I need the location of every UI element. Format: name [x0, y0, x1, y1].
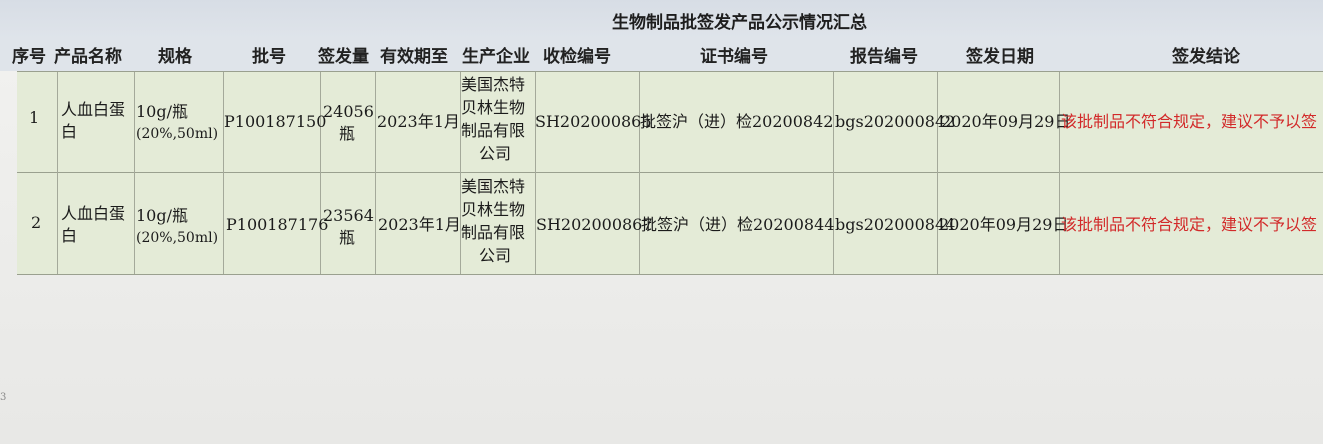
- spec-line: (20%,50ml): [136, 126, 219, 142]
- spec-line: (20%,50ml): [136, 230, 219, 246]
- maker-line: 美国杰特: [461, 75, 526, 94]
- inspection-number: SH202000865: [535, 112, 652, 131]
- inspection-number: SH202000867: [536, 215, 653, 234]
- expiry-date: 2023年1月: [378, 215, 461, 234]
- column-divider: [535, 72, 536, 274]
- header-issue-date: 签发日期: [966, 47, 1034, 67]
- maker-line: 制品有限: [461, 121, 526, 140]
- maker-line: 贝林生物: [461, 200, 526, 219]
- product-name-line: 人血白蛋: [61, 204, 126, 223]
- column-divider: [833, 72, 834, 274]
- header-certificate-no: 证书编号: [700, 47, 768, 67]
- table-title: 生物制品批签发产品公示情况汇总: [612, 13, 867, 33]
- column-divider: [223, 72, 224, 274]
- column-divider: [375, 72, 376, 274]
- product-name-line: 白: [61, 226, 78, 245]
- conclusion-text: 该批制品不符合规定，建议不予以签: [1061, 112, 1318, 131]
- header-index: 序号: [12, 47, 46, 67]
- header-quantity: 签发量: [318, 47, 369, 67]
- header-expiry: 有效期至: [380, 47, 448, 67]
- column-divider: [134, 72, 135, 274]
- table-header-row: 序号 产品名称 规格 批号 签发量 有效期至 生产企业 收检编号 证书编号 报告…: [0, 38, 1323, 71]
- header-spec: 规格: [158, 47, 192, 67]
- column-divider: [639, 72, 640, 274]
- certificate-number: 批签沪（进）检20200842: [640, 112, 834, 131]
- quantity-line: 23564: [323, 206, 374, 225]
- edge-fragment-text: 3: [0, 392, 7, 403]
- maker-line: 公司: [479, 144, 512, 163]
- screen: 生物制品批签发产品公示情况汇总 序号 产品名称 规格 批号 签发量 有效期至 生…: [0, 0, 1323, 444]
- issue-date: 2020年09月29日: [939, 215, 1069, 234]
- column-divider: [320, 72, 321, 274]
- maker-line: 美国杰特: [461, 177, 526, 196]
- column-divider: [57, 72, 58, 274]
- header-product-name: 产品名称: [54, 47, 122, 67]
- column-divider: [937, 72, 938, 274]
- issue-date: 2020年09月29日: [941, 112, 1071, 131]
- maker-line: 公司: [479, 246, 512, 265]
- table-title-bar: 生物制品批签发产品公示情况汇总: [0, 0, 1323, 38]
- conclusion-text: 该批制品不符合规定，建议不予以签: [1061, 215, 1318, 234]
- row-divider: [17, 172, 1323, 173]
- spec-line: 10g/瓶: [136, 102, 188, 121]
- product-name-line: 白: [61, 122, 78, 141]
- header-report-no: 报告编号: [850, 47, 918, 67]
- row-index: 2: [31, 213, 42, 232]
- certificate-number: 批签沪（进）检20200844: [641, 215, 835, 234]
- header-conclusion: 签发结论: [1172, 47, 1240, 67]
- quantity-line: 24056: [323, 102, 374, 121]
- report-number: bgs202000842: [835, 112, 956, 131]
- row-index: 1: [29, 108, 40, 127]
- expiry-date: 2023年1月: [377, 112, 460, 131]
- product-name-line: 人血白蛋: [61, 100, 126, 119]
- batch-number: P100187176: [226, 215, 329, 234]
- quantity-line: 瓶: [339, 124, 356, 143]
- maker-line: 贝林生物: [461, 98, 526, 117]
- header-batch: 批号: [252, 47, 286, 67]
- batch-number: P100187150: [224, 112, 327, 131]
- header-maker: 生产企业: [462, 47, 530, 67]
- column-divider: [1059, 72, 1060, 274]
- header-inspection-no: 收检编号: [543, 47, 611, 67]
- spec-line: 10g/瓶: [136, 206, 188, 225]
- data-table: 1 人血白蛋 白 10g/瓶 (20%,50ml) P100187150 240…: [17, 71, 1323, 275]
- quantity-line: 瓶: [339, 228, 356, 247]
- maker-line: 制品有限: [461, 223, 526, 242]
- report-number: bgs202000844: [835, 215, 956, 234]
